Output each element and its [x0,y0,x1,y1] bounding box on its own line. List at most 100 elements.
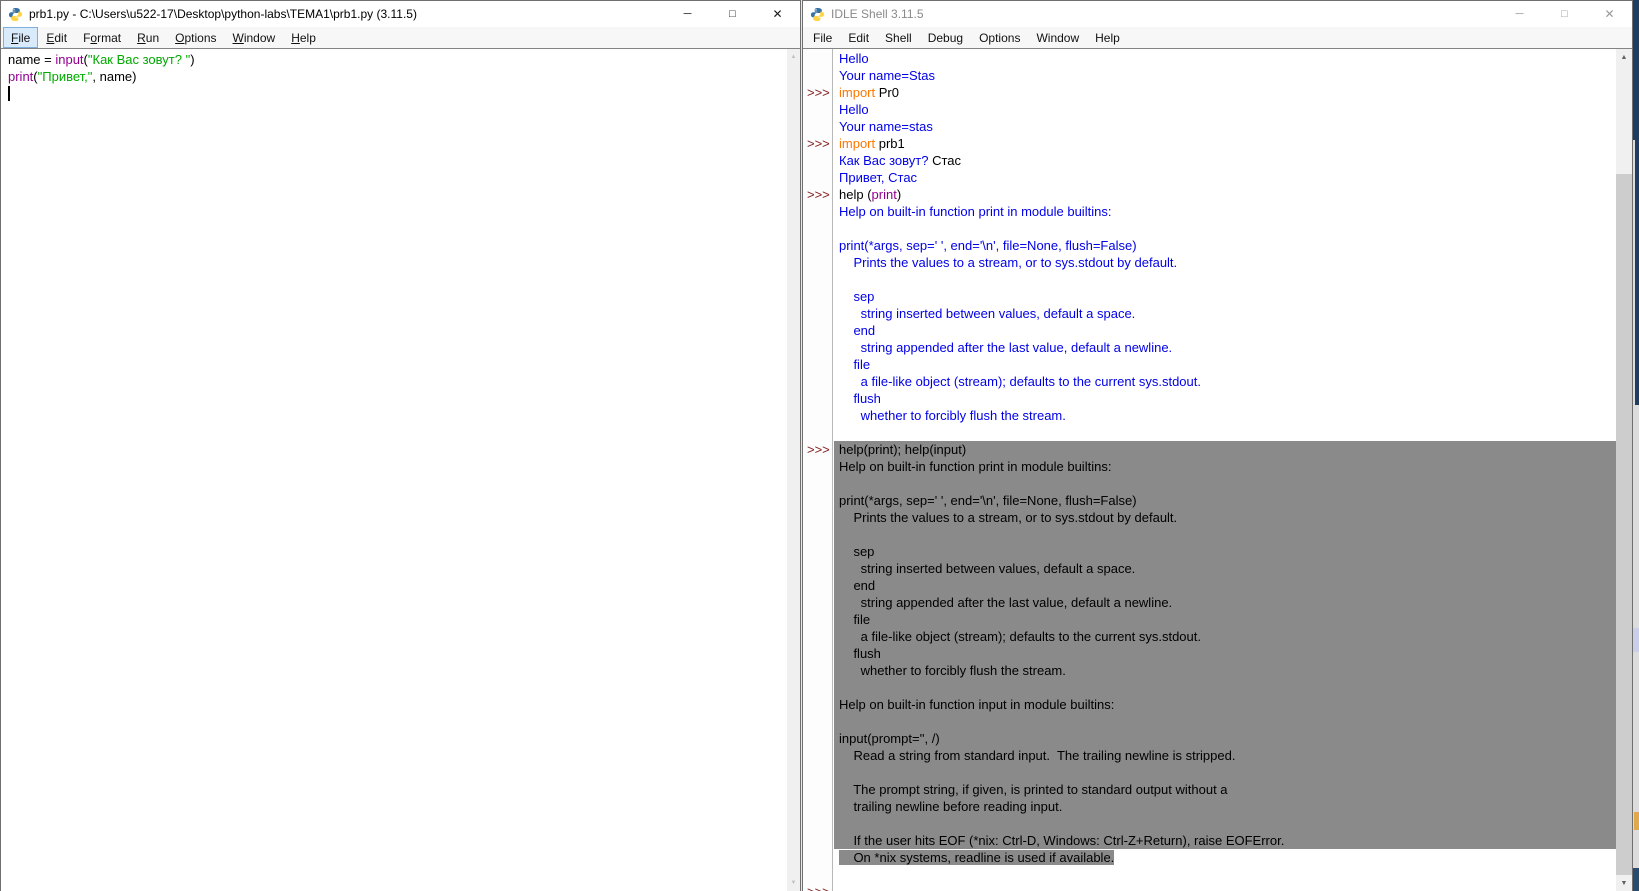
shell-prompt [803,305,832,322]
shell-line: sep [834,543,1616,560]
shell-prompt-gutter: >>>>>>>>>>>>>>> [803,49,833,891]
shell-prompt [803,696,832,713]
maximize-button[interactable]: □ [1542,1,1587,27]
shell-line: Help on built-in function input in modul… [834,696,1616,713]
background-window-sliver [1633,628,1639,652]
editor-line [8,85,787,102]
menu-item-help[interactable]: Help [1087,27,1128,48]
shell-line: Your name=stas [834,118,1616,135]
shell-prompt [803,526,832,543]
close-icon[interactable]: ✕ [755,1,800,27]
menu-item-file[interactable]: File [805,27,840,48]
shell-output: HelloYour name=Stasimport Pr0HelloYour n… [834,49,1616,891]
shell-prompt [803,322,832,339]
shell-line: end [834,577,1616,594]
shell-prompt: >>> [803,135,832,152]
shell-line: Prints the values to a stream, or to sys… [834,254,1616,271]
editor-menubar: FileEditFormatRunOptionsWindowHelp [1,27,800,49]
scroll-up-icon[interactable]: ▲ [787,49,800,65]
scroll-down-icon[interactable]: ▼ [787,875,800,891]
shell-line: The prompt string, if given, is printed … [834,781,1616,798]
shell-prompt [803,764,832,781]
shell-prompt [803,339,832,356]
menu-item-file[interactable]: File [3,27,38,48]
background-window-sliver [1633,868,1639,891]
shell-prompt [803,373,832,390]
shell-window-title: IDLE Shell 3.11.5 [831,7,924,21]
shell-line: trailing newline before reading input. [834,798,1616,815]
shell-prompt [803,628,832,645]
menu-item-window[interactable]: Window [1028,27,1087,48]
minimize-button[interactable]: ─ [665,1,710,27]
minimize-button[interactable]: ─ [1497,1,1542,27]
shell-line [834,866,1616,883]
shell-prompt [803,50,832,67]
text-caret [8,86,10,101]
shell-area[interactable]: >>>>>>>>>>>>>>> HelloYour name=Stasimpor… [803,48,1632,891]
shell-prompt [803,832,832,849]
shell-line: import prb1 [834,135,1616,152]
python-file-icon [8,7,23,22]
shell-prompt [803,67,832,84]
menu-item-format[interactable]: Format [75,27,129,48]
shell-line [834,764,1616,781]
shell-prompt [803,356,832,373]
shell-prompt [803,220,832,237]
menu-item-edit[interactable]: Edit [840,27,877,48]
shell-line: import Pr0 [834,84,1616,101]
menu-item-debug[interactable]: Debug [920,27,971,48]
menu-item-shell[interactable]: Shell [877,27,920,48]
shell-prompt [803,815,832,832]
editor-scrollbar[interactable]: ▲ ▼ [787,49,800,891]
menu-item-help[interactable]: Help [283,27,324,48]
shell-prompt [803,492,832,509]
menu-item-options[interactable]: Options [167,27,224,48]
editor-line: print("Привет,", name) [8,68,787,85]
editor-area[interactable]: name = input("Как Вас зовут? ")print("Пр… [1,48,800,891]
shell-prompt [803,645,832,662]
shell-prompt: >>> [803,186,832,203]
shell-menubar: FileEditShellDebugOptionsWindowHelp [803,27,1632,49]
maximize-button[interactable]: □ [710,1,755,27]
shell-line: If the user hits EOF (*nix: Ctrl-D, Wind… [834,832,1616,849]
shell-line: Help on built-in function print in modul… [834,203,1616,220]
menu-item-options[interactable]: Options [971,27,1028,48]
shell-line: help (print) [834,186,1616,203]
menu-item-run[interactable]: Run [129,27,167,48]
shell-line: Hello [834,101,1616,118]
shell-line: file [834,611,1616,628]
shell-line: On *nix systems, readline is used if ava… [834,849,1616,866]
shell-prompt [803,407,832,424]
shell-prompt [803,798,832,815]
shell-prompt [803,169,832,186]
shell-line [834,220,1616,237]
shell-line: file [834,356,1616,373]
shell-prompt [803,237,832,254]
shell-prompt [803,288,832,305]
shell-line: Read a string from standard input. The t… [834,747,1616,764]
shell-line: sep [834,288,1616,305]
scrollbar-thumb[interactable] [1616,174,1632,875]
shell-line [834,526,1616,543]
shell-prompt [803,713,832,730]
background-window-sliver [1633,0,1639,140]
menu-item-window[interactable]: Window [225,27,284,48]
shell-prompt [803,577,832,594]
shell-prompt [803,866,832,883]
close-icon[interactable]: ✕ [1587,1,1632,27]
shell-prompt [803,560,832,577]
editor-code: name = input("Как Вас зовут? ")print("Пр… [1,49,787,891]
shell-scrollbar[interactable]: ▲ ▼ [1616,49,1632,891]
shell-line: print(*args, sep=' ', end='\n', file=Non… [834,237,1616,254]
shell-line: Привет, Стас [834,169,1616,186]
scroll-up-icon[interactable]: ▲ [1616,49,1632,65]
shell-line: Prints the values to a stream, or to sys… [834,509,1616,526]
shell-line: flush [834,390,1616,407]
scroll-down-icon[interactable]: ▼ [1616,875,1632,891]
shell-prompt: >>> [803,883,832,891]
menu-item-edit[interactable]: Edit [38,27,75,48]
shell-prompt: >>> [803,84,832,101]
shell-line: a file-like object (stream); defaults to… [834,628,1616,645]
shell-prompt [803,424,832,441]
shell-line: whether to forcibly flush the stream. [834,662,1616,679]
